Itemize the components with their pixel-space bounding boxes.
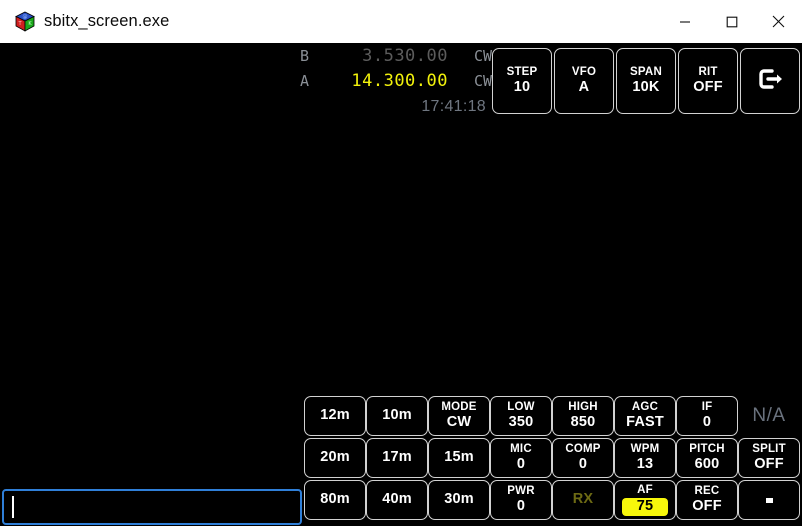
rec-label: REC <box>694 485 720 498</box>
comp-value: 0 <box>578 456 588 473</box>
agc-value: FAST <box>626 414 664 431</box>
app-window: @ T K sbitx_screen.exe B 3.530.00 CW A 1… <box>0 0 802 526</box>
band-30m-label: 30m <box>444 491 474 508</box>
pwr-button[interactable]: PWR 0 <box>490 480 552 520</box>
command-input-wrapper[interactable] <box>2 489 302 525</box>
if-value: 0 <box>702 414 712 431</box>
vfo-button[interactable]: VFO A <box>554 48 614 114</box>
band-40m-label: 40m <box>382 491 412 508</box>
window-controls <box>661 0 802 43</box>
band-80m-button[interactable]: 80m <box>304 480 366 520</box>
vfo-b-label: B <box>300 47 310 65</box>
agc-button[interactable]: AGC FAST <box>614 396 676 436</box>
band-20m-button[interactable]: 20m <box>304 438 366 478</box>
clock-display: 17:41:18 <box>421 98 486 115</box>
vfo-a-label: A <box>300 72 310 90</box>
dash-icon <box>765 497 773 503</box>
high-label: HIGH <box>568 401 598 414</box>
split-label: SPLIT <box>752 443 786 456</box>
mic-button[interactable]: MIC 0 <box>490 438 552 478</box>
rx-tx-button[interactable]: RX <box>552 480 614 520</box>
low-label: LOW <box>507 401 535 414</box>
vfo-label: VFO <box>571 66 597 79</box>
command-input[interactable] <box>16 499 292 515</box>
maximize-icon[interactable] <box>708 0 755 43</box>
pwr-label: PWR <box>507 485 535 498</box>
window-titlebar: @ T K sbitx_screen.exe <box>0 0 802 43</box>
vfo-row-a[interactable]: A 14.300.00 CW <box>300 71 492 96</box>
rit-label: RIT <box>698 66 718 79</box>
high-value: 850 <box>570 414 596 431</box>
if-label: IF <box>701 401 713 414</box>
mic-value: 0 <box>516 456 526 473</box>
minimize-icon[interactable] <box>661 0 708 43</box>
split-value: OFF <box>754 456 784 473</box>
band-17m-label: 17m <box>382 449 412 466</box>
rec-value: OFF <box>692 498 722 515</box>
exit-button[interactable] <box>740 48 800 114</box>
span-value: 10K <box>632 79 660 96</box>
wpm-value: 13 <box>636 456 654 473</box>
if-button[interactable]: IF 0 <box>676 396 738 436</box>
app-cube-icon: @ T K <box>14 11 36 33</box>
span-label: SPAN <box>630 66 662 79</box>
rx-label: RX <box>572 491 594 508</box>
pitch-label: PITCH <box>689 443 725 456</box>
exit-icon <box>755 64 785 99</box>
band-15m-label: 15m <box>444 449 474 466</box>
pitch-button[interactable]: PITCH 600 <box>676 438 738 478</box>
mic-label: MIC <box>510 443 532 456</box>
band-12m-button[interactable]: 12m <box>304 396 366 436</box>
high-button[interactable]: HIGH 850 <box>552 396 614 436</box>
pwr-value: 0 <box>516 498 526 515</box>
vfo-row-b[interactable]: B 3.530.00 CW <box>300 46 492 71</box>
band-10m-button[interactable]: 10m <box>366 396 428 436</box>
af-label: AF <box>637 484 653 497</box>
mode-button[interactable]: MODE CW <box>428 396 490 436</box>
band-80m-label: 80m <box>320 491 350 508</box>
low-value: 350 <box>508 414 534 431</box>
af-button[interactable]: AF 75 <box>614 480 676 520</box>
band-12m-label: 12m <box>320 407 350 424</box>
rit-value: OFF <box>693 79 723 96</box>
band-15m-button[interactable]: 15m <box>428 438 490 478</box>
mode-label: MODE <box>441 401 477 414</box>
wpm-label: WPM <box>630 443 660 456</box>
af-value: 75 <box>621 498 669 516</box>
band-10m-label: 10m <box>382 407 412 424</box>
window-title: sbitx_screen.exe <box>44 12 170 30</box>
comp-button[interactable]: COMP 0 <box>552 438 614 478</box>
svg-text:@: @ <box>23 14 28 20</box>
mode-value: CW <box>446 414 472 431</box>
rec-button[interactable]: REC OFF <box>676 480 738 520</box>
split-button[interactable]: SPLIT OFF <box>738 438 800 478</box>
spare-button[interactable] <box>738 480 800 520</box>
band-20m-label: 20m <box>320 449 350 466</box>
radio-screen: B 3.530.00 CW A 14.300.00 CW 17:41:18 ST… <box>0 43 802 526</box>
vfo-readout: B 3.530.00 CW A 14.300.00 CW 17:41:18 <box>300 46 492 116</box>
close-icon[interactable] <box>755 0 802 43</box>
vfo-a-mode: CW <box>473 72 492 90</box>
band-17m-button[interactable]: 17m <box>366 438 428 478</box>
agc-label: AGC <box>631 401 659 414</box>
rit-button[interactable]: RIT OFF <box>678 48 738 114</box>
na-status: N/A <box>738 396 800 436</box>
span-button[interactable]: SPAN 10K <box>616 48 676 114</box>
band-40m-button[interactable]: 40m <box>366 480 428 520</box>
na-label: N/A <box>752 405 786 427</box>
vfo-b-frequency: 3.530.00 <box>362 46 448 66</box>
vfo-value: A <box>578 79 590 96</box>
wpm-button[interactable]: WPM 13 <box>614 438 676 478</box>
step-value: 10 <box>513 79 531 96</box>
pitch-value: 600 <box>694 456 720 473</box>
band-30m-button[interactable]: 30m <box>428 480 490 520</box>
low-button[interactable]: LOW 350 <box>490 396 552 436</box>
step-button[interactable]: STEP 10 <box>492 48 552 114</box>
comp-label: COMP <box>565 443 601 456</box>
vfo-a-frequency: 14.300.00 <box>351 71 448 91</box>
vfo-b-mode: CW <box>473 47 492 65</box>
step-label: STEP <box>506 66 538 79</box>
text-caret <box>12 496 14 518</box>
